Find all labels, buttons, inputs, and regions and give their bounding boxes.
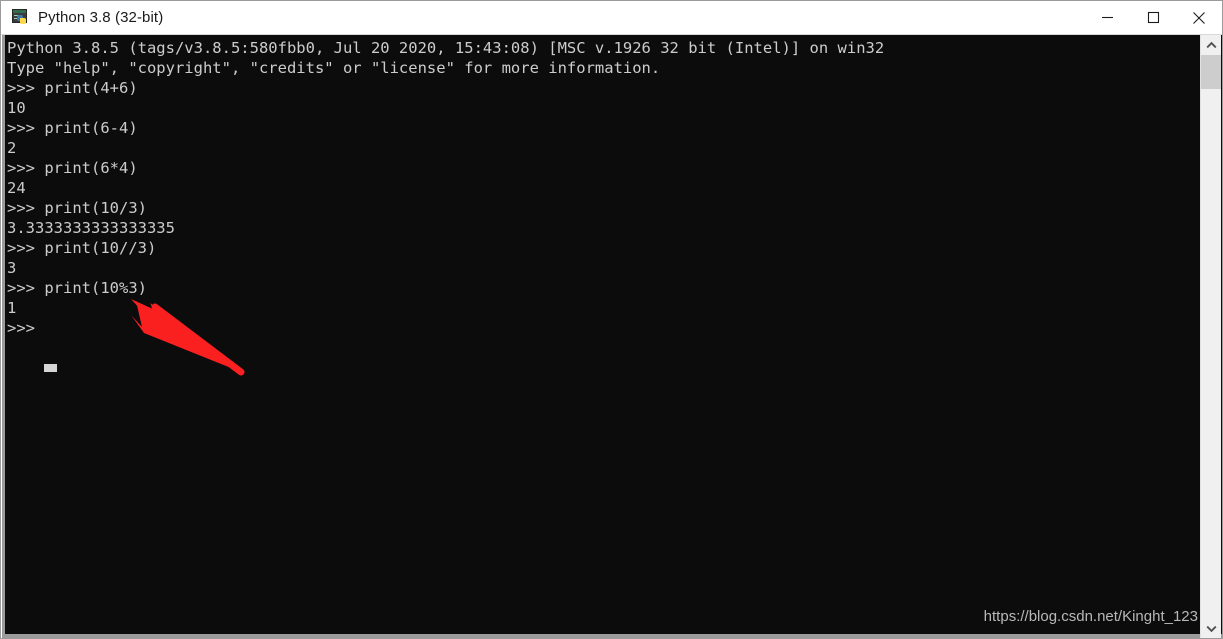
- console-cursor: [44, 364, 57, 372]
- title-bar: Python 3.8 (32-bit): [1, 1, 1222, 35]
- python-console-icon: [12, 9, 29, 26]
- maximize-icon: [1147, 11, 1159, 24]
- minimize-icon: [1101, 16, 1113, 19]
- window-title: Python 3.8 (32-bit): [38, 9, 164, 26]
- python-logo-yellow: [20, 18, 26, 24]
- console-output-area[interactable]: Python 3.8.5 (tags/v3.8.5:580fbb0, Jul 2…: [2, 35, 1222, 638]
- python-console-window: Python 3.8 (32-bit) Python 3.8.5 (tags/v…: [0, 0, 1223, 639]
- scrollbar-down-button[interactable]: [1201, 618, 1221, 638]
- scrollbar-up-button[interactable]: [1201, 35, 1221, 55]
- vertical-scrollbar[interactable]: [1200, 35, 1221, 638]
- chevron-down-icon: [1206, 625, 1216, 632]
- maximize-button[interactable]: [1130, 1, 1176, 34]
- window-controls: [1084, 1, 1222, 34]
- minimize-button[interactable]: [1084, 1, 1130, 34]
- terminal-titlebar-shape: [13, 10, 26, 13]
- chevron-up-icon: [1206, 41, 1216, 48]
- watermark-text: https://blog.csdn.net/Kinght_123: [983, 608, 1198, 625]
- scrollbar-thumb[interactable]: [1201, 55, 1221, 89]
- console-text: Python 3.8.5 (tags/v3.8.5:580fbb0, Jul 2…: [7, 39, 885, 337]
- close-icon: [1193, 11, 1205, 24]
- close-button[interactable]: [1176, 1, 1222, 34]
